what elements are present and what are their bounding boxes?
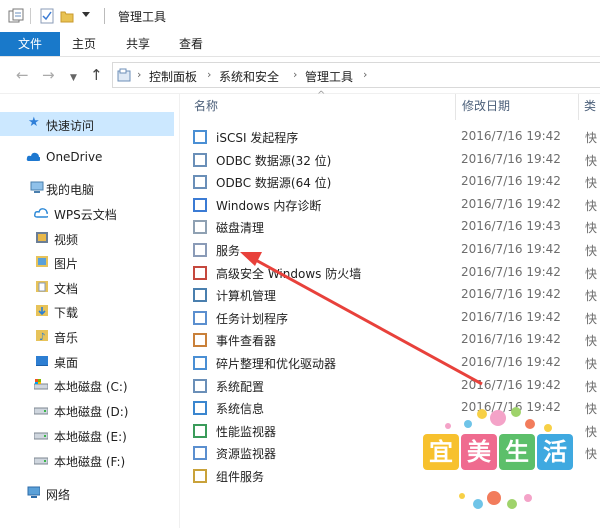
watermark-char: 美 <box>461 434 497 470</box>
watermark-char: 宜 <box>423 434 459 470</box>
watermark-char: 生 <box>499 434 535 470</box>
watermark-logo: 宜美生活 <box>408 400 588 520</box>
watermark-char: 活 <box>537 434 573 470</box>
